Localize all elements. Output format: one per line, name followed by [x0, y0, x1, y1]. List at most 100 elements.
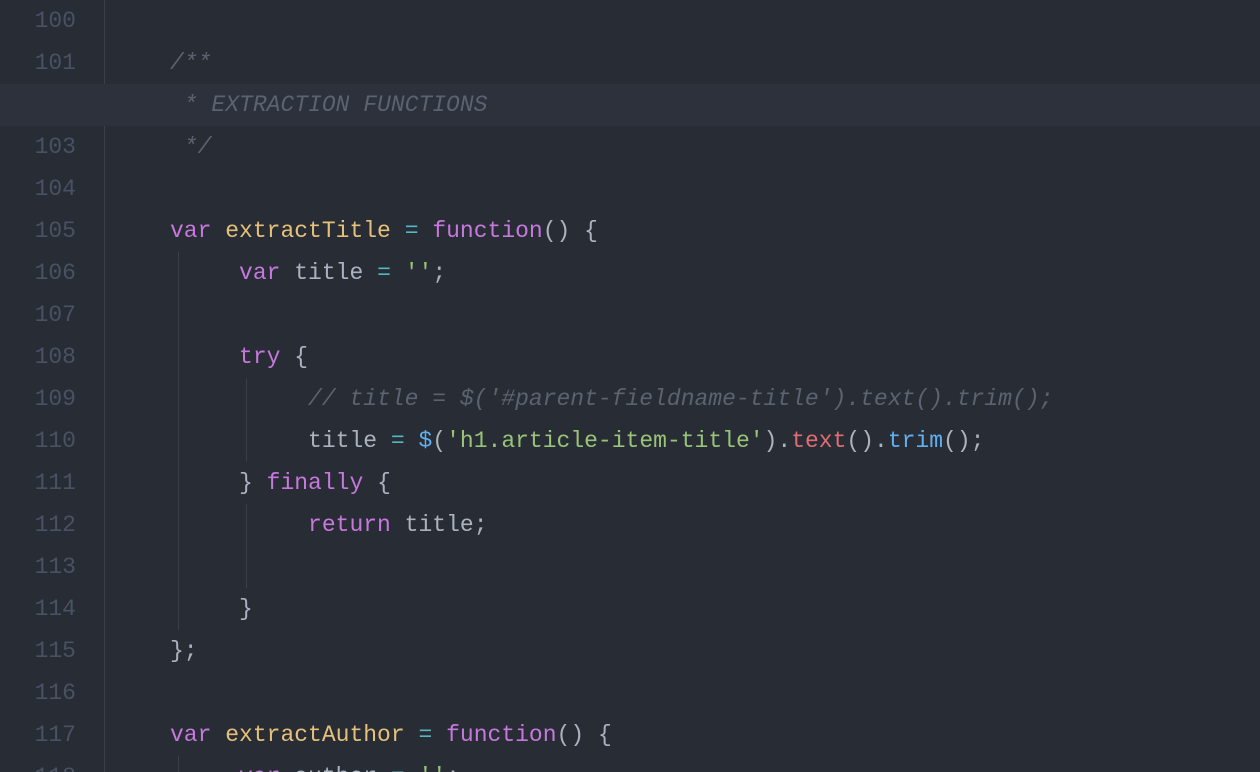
indent-guide	[178, 294, 179, 336]
code-token: }	[239, 596, 253, 622]
code-token	[419, 218, 433, 244]
code-token: .	[874, 428, 888, 454]
code-token	[405, 722, 419, 748]
code-token: {	[598, 722, 612, 748]
code-token: * EXTRACTION FUNCTIONS	[170, 92, 487, 118]
line-number: 110	[0, 420, 76, 462]
code-line[interactable]: };	[105, 630, 1260, 672]
indent-whitespace	[170, 344, 239, 370]
code-token: };	[170, 638, 198, 664]
indent-guide	[178, 462, 179, 504]
indent-whitespace	[170, 260, 239, 286]
indent-whitespace	[170, 470, 239, 496]
code-line[interactable]	[105, 546, 1260, 588]
code-token	[391, 218, 405, 244]
code-line[interactable]: var author = '';	[105, 756, 1260, 772]
line-number: 112	[0, 504, 76, 546]
code-token: ;	[474, 512, 488, 538]
indent-whitespace	[170, 764, 239, 772]
code-token: var	[239, 260, 280, 286]
code-token	[211, 218, 225, 244]
code-token: try	[239, 344, 280, 370]
code-token: =	[405, 218, 419, 244]
code-token	[391, 260, 405, 286]
code-token: title	[308, 428, 377, 454]
code-token	[377, 764, 391, 772]
code-token: */	[170, 134, 211, 160]
indent-whitespace	[170, 554, 308, 580]
code-token: .	[777, 428, 791, 454]
line-number: 109	[0, 378, 76, 420]
code-token: ()	[846, 428, 874, 454]
code-line[interactable]: try {	[105, 336, 1260, 378]
code-token	[584, 722, 598, 748]
code-line[interactable]: */	[105, 126, 1260, 168]
code-token: ;	[446, 764, 460, 772]
code-token: extractAuthor	[225, 722, 404, 748]
code-line[interactable]	[105, 672, 1260, 714]
code-token: author	[294, 764, 377, 772]
code-token	[280, 344, 294, 370]
code-line[interactable]: }	[105, 588, 1260, 630]
code-token: }	[239, 470, 253, 496]
indent-whitespace	[170, 302, 239, 328]
indent-guide	[178, 420, 179, 462]
code-line[interactable]: * EXTRACTION FUNCTIONS	[105, 84, 1260, 126]
code-token: {	[294, 344, 308, 370]
indent-guide	[246, 420, 247, 462]
indent-guide	[178, 378, 179, 420]
code-token	[363, 470, 377, 496]
code-token: ()	[543, 218, 571, 244]
code-line[interactable]: // title = $('#parent-fieldname-title').…	[105, 378, 1260, 420]
indent-guide	[246, 378, 247, 420]
code-line[interactable]: var title = '';	[105, 252, 1260, 294]
code-line[interactable]: var extractTitle = function() {	[105, 210, 1260, 252]
indent-guide	[178, 336, 179, 378]
code-line[interactable]: title = $('h1.article-item-title').text(…	[105, 420, 1260, 462]
line-number: 116	[0, 672, 76, 714]
code-token	[253, 470, 267, 496]
code-token	[211, 722, 225, 748]
indent-whitespace	[170, 428, 308, 454]
code-line[interactable]: var extractAuthor = function() {	[105, 714, 1260, 756]
code-token: title	[294, 260, 363, 286]
line-number: 101	[0, 42, 76, 84]
code-token: title	[405, 512, 474, 538]
line-number: 105	[0, 210, 76, 252]
code-token: ()	[943, 428, 971, 454]
code-token: return	[308, 512, 391, 538]
code-token: trim	[888, 428, 943, 454]
code-token: )	[764, 428, 778, 454]
code-token: ()	[557, 722, 585, 748]
code-token: =	[418, 722, 432, 748]
code-line[interactable]	[105, 0, 1260, 42]
line-number: 114	[0, 588, 76, 630]
line-number: 118	[0, 756, 76, 772]
line-number: 103	[0, 126, 76, 168]
indent-guide	[178, 504, 179, 546]
indent-guide	[178, 252, 179, 294]
indent-guide	[178, 546, 179, 588]
code-token: text	[791, 428, 846, 454]
code-line[interactable]	[105, 294, 1260, 336]
code-token: $	[418, 428, 432, 454]
line-number: 106	[0, 252, 76, 294]
code-line[interactable]: } finally {	[105, 462, 1260, 504]
indent-guide	[178, 756, 179, 772]
code-line[interactable]	[105, 168, 1260, 210]
code-token: // title = $('#parent-fieldname-title').…	[308, 386, 1053, 412]
code-line[interactable]: /**	[105, 42, 1260, 84]
indent-guide	[178, 588, 179, 630]
line-number: 111	[0, 462, 76, 504]
code-token: finally	[267, 470, 364, 496]
code-token: ;	[432, 260, 446, 286]
code-area[interactable]: /** * EXTRACTION FUNCTIONS */ var extract…	[105, 0, 1260, 772]
code-line[interactable]: return title;	[105, 504, 1260, 546]
code-token: var	[239, 764, 280, 772]
code-token	[377, 428, 391, 454]
code-token: =	[377, 260, 391, 286]
code-token: ''	[419, 764, 447, 772]
code-token: var	[170, 218, 211, 244]
code-token: =	[391, 764, 405, 772]
code-editor[interactable]: 1001011021031041051061071081091101111121…	[0, 0, 1260, 772]
